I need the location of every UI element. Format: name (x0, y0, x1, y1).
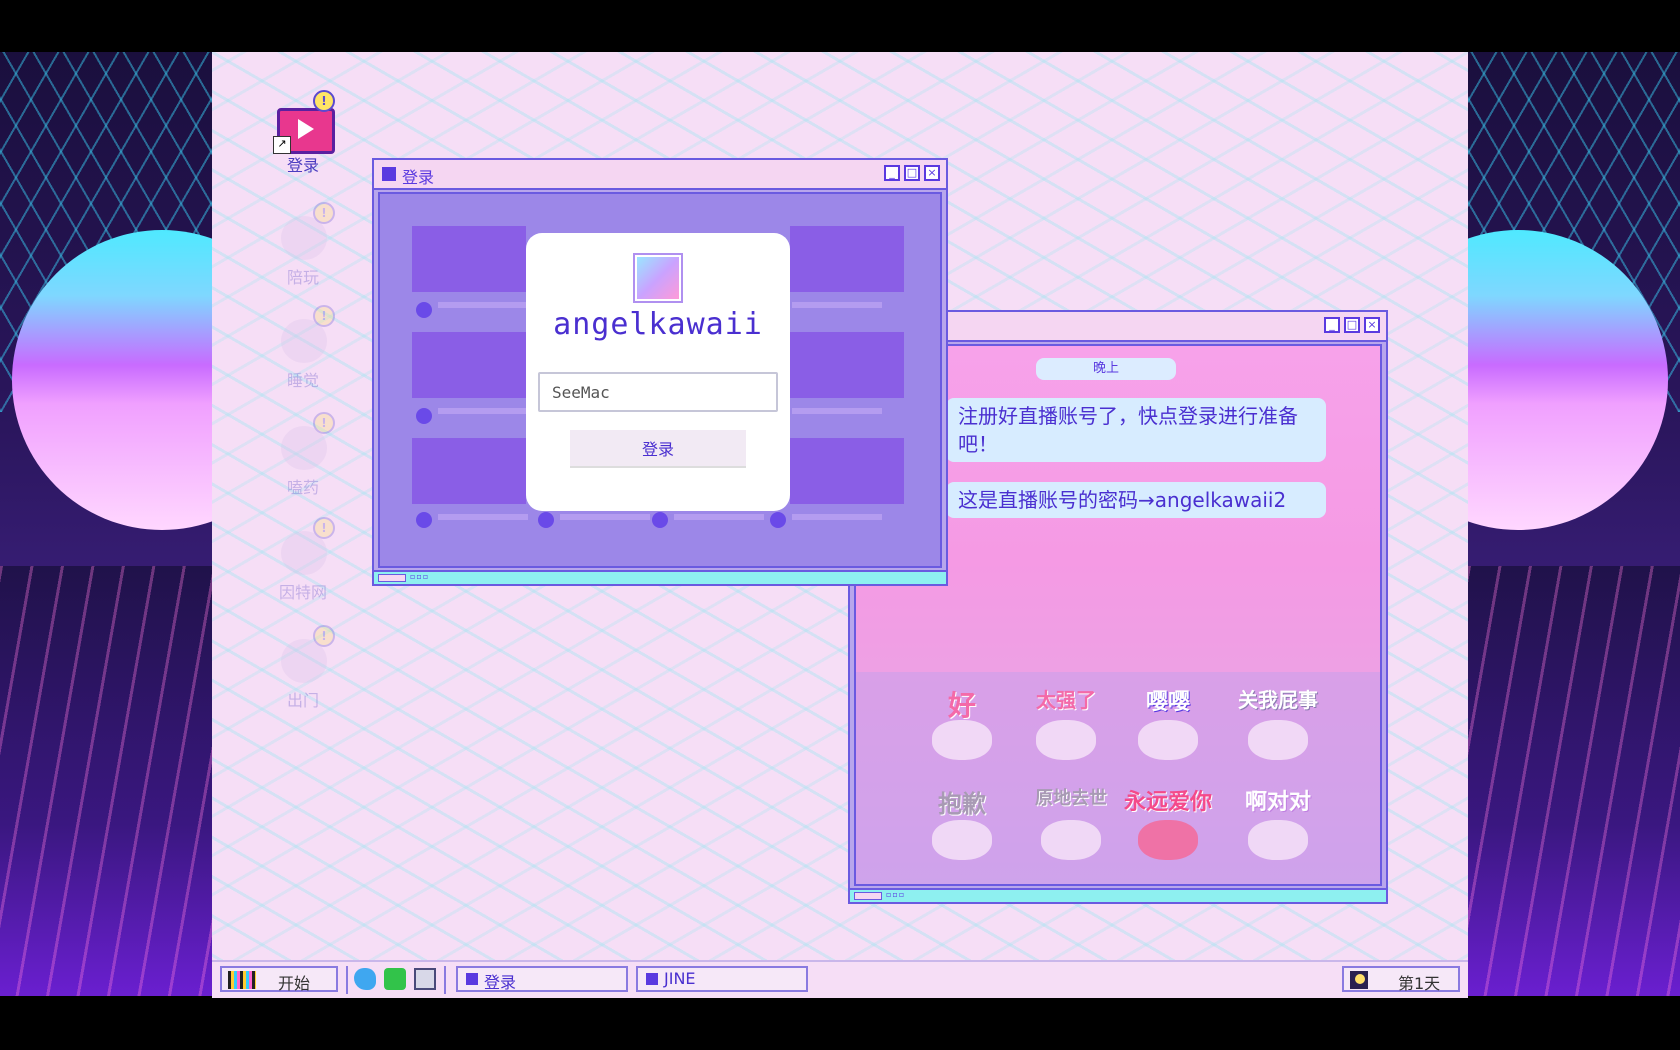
desktop-icon-label: 出门 (286, 691, 319, 710)
window-icon (382, 167, 396, 181)
password-input[interactable] (538, 372, 778, 412)
minimize-button[interactable]: _ (1324, 317, 1340, 333)
start-logo-icon (228, 971, 256, 989)
sticker-good[interactable]: 好 (912, 680, 1012, 770)
desktop-icon-label: 因特网 (278, 583, 327, 602)
window-icon (466, 973, 478, 985)
go-out-icon: ! (275, 625, 335, 683)
alert-badge-icon: ! (313, 305, 335, 327)
taskbar: 开始 登录 JINE 第1天 (212, 960, 1468, 998)
sticker-sorry[interactable]: 抱歉 (912, 780, 1012, 870)
cat-icon (1138, 720, 1198, 760)
desktop: ↗ ! 登录 ! 陪玩 ! 睡觉 ! 嗑药 ! 因特网 ! 出门 _ □ × 晚… (212, 52, 1468, 996)
chat-statusbar: ▫▫▫ (850, 888, 1386, 902)
sticker-panel: 好 太强了 嘤嘤 关我屁事 抱歉 原地去世 永远爱你 啊对对 (856, 672, 1380, 884)
maximize-button[interactable]: □ (904, 165, 920, 181)
sticker-yingying[interactable]: 嘤嘤 (1118, 680, 1218, 770)
sticker-awesome[interactable]: 太强了 (1016, 680, 1116, 770)
desktop-icon-label: 陪玩 (286, 268, 319, 287)
taskbar-divider (444, 966, 446, 994)
shortcut-arrow-icon: ↗ (273, 136, 291, 154)
cat-icon (1041, 820, 1101, 860)
login-button[interactable]: 登录 (570, 430, 746, 466)
sticker-love-you-forever[interactable]: 永远爱你 (1118, 780, 1218, 870)
avatar (635, 255, 681, 301)
right-side-art (1468, 52, 1680, 996)
alert-badge-icon: ! (313, 517, 335, 539)
minimize-button[interactable]: _ (884, 165, 900, 181)
cable-machine-art (0, 566, 212, 996)
desktop-icon-go-out[interactable]: ! 出门 (258, 625, 348, 711)
desktop-icon-label: 登录 (286, 156, 319, 175)
day-indicator: 第1天 (1342, 966, 1460, 993)
heart-icon (1138, 820, 1198, 860)
cat-icon (1036, 720, 1096, 760)
desktop-icon-meds[interactable]: ! 嗑药 (258, 412, 348, 498)
alert-badge-icon: ! (313, 625, 335, 647)
maximize-button[interactable]: □ (1344, 317, 1360, 333)
sticker-none-of-my-business[interactable]: 关我屁事 (1218, 680, 1338, 770)
alert-badge-icon: ! (313, 202, 335, 224)
cat-icon (1248, 820, 1308, 860)
alert-badge-icon: ! (313, 412, 335, 434)
desktop-icon-label: 嗑药 (286, 478, 319, 497)
chat-message: 注册好直播账号了，快点登录进行准备吧！ (946, 398, 1326, 462)
cable-machine-art (1468, 566, 1680, 996)
task-login[interactable]: 登录 (456, 966, 628, 992)
start-button[interactable]: 开始 (220, 966, 338, 993)
chat-message: 这是直播账号的密码→angelkawaii2 (946, 482, 1326, 518)
login-statusbar: ▫▫▫ (374, 570, 946, 584)
alert-badge-icon: ! (313, 90, 335, 112)
computer-icon[interactable] (414, 968, 436, 990)
desktop-icon-label: 睡觉 (286, 371, 319, 390)
chat-bubble-icon[interactable] (384, 968, 406, 990)
play-icon: ! (275, 202, 335, 260)
cat-icon (1248, 720, 1308, 760)
time-of-day-label: 晚上 (1036, 358, 1176, 380)
desktop-icon-play[interactable]: ! 陪玩 (258, 202, 348, 288)
desktop-icon-sleep[interactable]: ! 睡觉 (258, 305, 348, 391)
cat-icon (932, 720, 992, 760)
close-button[interactable]: × (1364, 317, 1380, 333)
moon-icon (1350, 971, 1368, 989)
stream-tv-icon: ↗ ! (273, 90, 335, 154)
left-side-art (0, 52, 212, 996)
username-label: angelkawaii (553, 307, 763, 342)
pill-icon: ! (275, 412, 335, 470)
window-title: 登录 (402, 168, 435, 187)
twitter-bird-icon[interactable] (354, 968, 376, 990)
task-jine[interactable]: JINE (636, 966, 808, 992)
sticker-dead[interactable]: 原地去世 (1016, 780, 1126, 870)
login-titlebar[interactable]: 登录 _ □ × (374, 160, 946, 190)
cat-icon (932, 820, 992, 860)
sleep-icon: ! (275, 305, 335, 363)
window-icon (646, 973, 658, 985)
sticker-yes-yes[interactable]: 啊对对 (1218, 780, 1338, 870)
close-button[interactable]: × (924, 165, 940, 181)
internet-icon: ! (275, 517, 335, 575)
taskbar-divider (346, 966, 348, 994)
login-modal: angelkawaii 登录 (526, 233, 790, 511)
desktop-icon-login[interactable]: ↗ ! 登录 (258, 90, 348, 176)
desktop-icon-internet[interactable]: ! 因特网 (258, 517, 348, 603)
